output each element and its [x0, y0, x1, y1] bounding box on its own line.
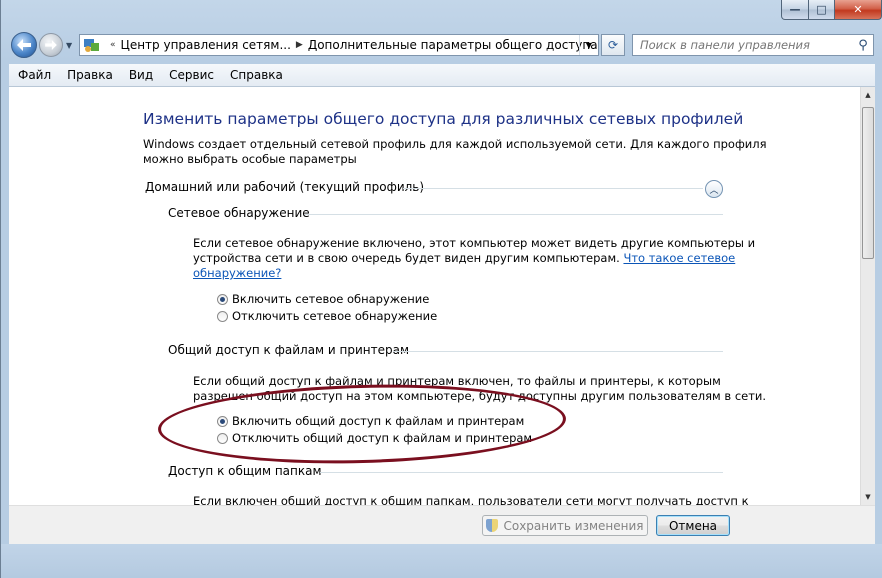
intro-text-line2: можно выбрать особые параметры [143, 152, 357, 166]
discovery-desc-text: устройства сети и в свою очередь будет в… [193, 251, 620, 265]
footer: Сохранить изменения Отмена [9, 505, 875, 545]
discovery-link-line2: обнаружение? [193, 266, 281, 280]
arrow-left-icon [17, 39, 31, 51]
vertical-scrollbar[interactable]: ▲ ▼ [860, 87, 875, 505]
sharing-on-radio[interactable]: Включить общий доступ к файлам и принтер… [217, 414, 524, 428]
discovery-help-link[interactable]: Что такое сетевое [623, 251, 735, 265]
discovery-off-radio[interactable]: Отключить сетевое обнаружение [217, 309, 437, 323]
menu-bar: Файл Правка Вид Сервис Справка [9, 64, 875, 87]
radio-checked-icon [217, 293, 228, 305]
discovery-off-label: Отключить сетевое обнаружение [232, 309, 438, 323]
caption-buttons: — □ ✕ [781, 0, 882, 20]
discovery-divider [305, 214, 723, 215]
save-changes-button[interactable]: Сохранить изменения [482, 515, 648, 536]
forward-button[interactable] [39, 33, 63, 57]
recent-pages-dropdown[interactable]: ▼ [66, 41, 72, 50]
breadcrumb-network-center[interactable]: Центр управления сетям... [121, 38, 291, 52]
sharing-heading: Общий доступ к файлам и принтерам [168, 343, 410, 357]
cancel-label: Отмена [668, 518, 718, 533]
sharing-off-label: Отключить общий доступ к файлам и принте… [232, 431, 533, 445]
cancel-button[interactable]: Отмена [656, 515, 730, 536]
maximize-button[interactable]: □ [809, 0, 835, 20]
window: — □ ✕ ▼ « Центр управления сетям... ▶ До… [0, 0, 882, 578]
discovery-on-radio[interactable]: Включить сетевое обнаружение [217, 292, 429, 306]
refresh-icon: ⟳ [607, 38, 619, 52]
discovery-desc-line2: устройства сети и в свою очередь будет в… [193, 251, 735, 265]
menu-tools[interactable]: Сервис [169, 68, 214, 82]
sharing-divider [393, 351, 723, 352]
menu-help[interactable]: Справка [230, 68, 283, 82]
chevron-up-icon: ︿ [709, 185, 719, 196]
folders-heading: Доступ к общим папкам [168, 464, 322, 478]
breadcrumb-overflow[interactable]: « [110, 40, 116, 50]
profile-divider [403, 188, 703, 189]
breadcrumb-advanced-sharing[interactable]: Дополнительные параметры общего доступа [308, 38, 598, 52]
page-title: Изменить параметры общего доступа для ра… [143, 110, 744, 128]
scroll-thumb[interactable] [862, 107, 874, 259]
back-button[interactable] [11, 32, 37, 58]
menu-edit[interactable]: Правка [67, 68, 113, 82]
breadcrumb-separator-icon[interactable]: ▶ [296, 40, 303, 50]
control-panel-icon [84, 39, 99, 52]
address-bar[interactable]: « Центр управления сетям... ▶ Дополнител… [79, 34, 599, 56]
collapse-profile-button[interactable]: ︿ [705, 180, 723, 198]
menu-file[interactable]: Файл [18, 68, 51, 82]
folders-divider [320, 472, 723, 473]
discovery-on-label: Включить сетевое обнаружение [232, 292, 430, 306]
navigation: ▼ [11, 32, 72, 58]
sharing-desc-line1: Если общий доступ к файлам и принтерам в… [193, 374, 721, 388]
close-icon: ✕ [853, 3, 863, 16]
refresh-button[interactable]: ⟳ [601, 34, 625, 56]
content-pane: Изменить параметры общего доступа для ра… [9, 87, 860, 505]
discovery-desc-line1: Если сетевое обнаружение включено, этот … [193, 236, 756, 250]
sharing-on-label: Включить общий доступ к файлам и принтер… [232, 414, 525, 428]
scroll-up-icon[interactable]: ▲ [861, 88, 875, 102]
maximize-icon: □ [816, 3, 827, 16]
minimize-icon: — [789, 3, 801, 16]
radio-checked-icon [217, 415, 228, 427]
radio-unchecked-icon [217, 310, 228, 322]
profile-heading: Домашний или рабочий (текущий профиль) [145, 180, 425, 194]
discovery-help-link-cont[interactable]: обнаружение? [193, 266, 281, 280]
search-box: ⚲ [632, 34, 874, 56]
arrow-right-icon [45, 40, 57, 50]
save-label: Сохранить изменения [503, 518, 644, 533]
window-frame-bottom [1, 544, 882, 578]
radio-unchecked-icon [217, 432, 228, 444]
search-input[interactable] [633, 37, 853, 53]
intro-text-line1: Windows создает отдельный сетевой профил… [143, 137, 767, 151]
address-dropdown-icon[interactable]: ▼ [579, 35, 598, 55]
sharing-off-radio[interactable]: Отключить общий доступ к файлам и принте… [217, 431, 532, 445]
menu-view[interactable]: Вид [129, 68, 153, 82]
search-icon[interactable]: ⚲ [853, 38, 873, 53]
minimize-button[interactable]: — [781, 0, 809, 20]
uac-shield-icon [486, 519, 499, 532]
close-button[interactable]: ✕ [835, 0, 882, 20]
sharing-desc-line2: разрешен общий доступ на этом компьютере… [193, 389, 767, 403]
discovery-heading: Сетевое обнаружение [168, 206, 310, 220]
scroll-down-icon[interactable]: ▼ [861, 490, 875, 504]
folders-desc-line1: Если включен общий доступ к общим папкам… [193, 494, 749, 505]
